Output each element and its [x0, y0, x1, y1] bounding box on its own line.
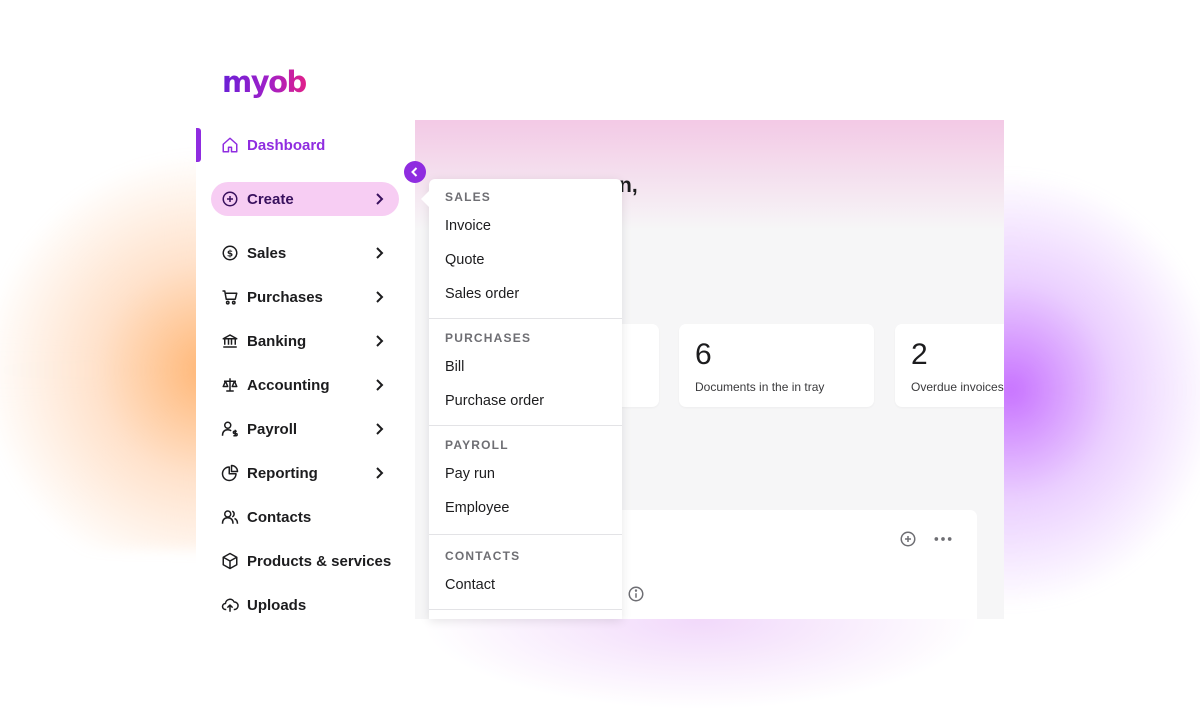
menu-item-contact[interactable]: Contact — [445, 577, 495, 593]
sidebar-item-banking[interactable]: Banking — [211, 324, 399, 358]
sidebar-nav: Dashboard Create $ Sales Purchases Banki… — [196, 125, 415, 619]
sidebar-item-label: Sales — [247, 244, 287, 262]
sidebar-item-label: Payroll — [247, 420, 298, 438]
summary-card-in-tray[interactable]: 6 Documents in the in tray — [679, 324, 874, 407]
card-label: Overdue invoices — [911, 380, 1004, 394]
chevron-right-icon — [376, 467, 384, 479]
sidebar-item-uploads[interactable]: Uploads — [211, 588, 399, 619]
sidebar-item-create[interactable]: Create — [211, 182, 399, 216]
chevron-right-icon — [376, 291, 384, 303]
sidebar-item-contacts[interactable]: Contacts — [211, 500, 399, 534]
menu-item-bill[interactable]: Bill — [445, 359, 464, 375]
menu-section-heading: PAYROLL — [445, 438, 509, 452]
sidebar-item-label: Dashboard — [247, 136, 326, 154]
card-label: Documents in the in tray — [695, 380, 825, 394]
menu-item-sales-order[interactable]: Sales order — [445, 286, 519, 302]
dollar-circle-icon: $ — [221, 244, 239, 262]
menu-item-purchase-order[interactable]: Purchase order — [445, 393, 544, 409]
chevron-right-icon — [376, 379, 384, 391]
menu-divider — [429, 534, 622, 535]
cart-icon — [221, 288, 239, 306]
people-icon — [221, 508, 239, 526]
sidebar-item-label: Banking — [247, 332, 307, 350]
menu-item-quote[interactable]: Quote — [445, 252, 485, 268]
menu-item-invoice[interactable]: Invoice — [445, 218, 491, 234]
sidebar-item-products-services[interactable]: Products & services — [211, 544, 399, 578]
menu-divider — [429, 609, 622, 610]
chevron-left-icon — [411, 167, 418, 177]
chevron-right-icon — [376, 423, 384, 435]
chevron-right-icon — [376, 335, 384, 347]
summary-card-overdue[interactable]: 2 Overdue invoices — [895, 324, 1004, 407]
sidebar-item-label: Accounting — [247, 376, 330, 394]
sidebar-item-label: Reporting — [247, 464, 318, 482]
more-options-icon[interactable] — [933, 530, 953, 548]
sidebar-item-label: Purchases — [247, 288, 323, 306]
plus-circle-icon — [221, 190, 239, 208]
menu-section-heading: SALES — [445, 190, 492, 204]
menu-divider — [429, 318, 622, 319]
sidebar-item-sales[interactable]: $ Sales — [211, 236, 399, 270]
sidebar-item-reporting[interactable]: Reporting — [211, 456, 399, 490]
sidebar-item-accounting[interactable]: Accounting — [211, 368, 399, 402]
collapse-sidebar-button[interactable] — [404, 161, 426, 183]
sidebar-item-label: Products & services — [247, 552, 392, 570]
dashboard-widget — [615, 510, 977, 619]
menu-section-heading: PURCHASES — [445, 331, 532, 345]
info-icon[interactable] — [627, 585, 645, 603]
menu-section-heading: CONTACTS — [445, 549, 521, 563]
sidebar-item-label: Create — [247, 190, 294, 208]
menu-item-employee[interactable]: Employee — [445, 500, 509, 516]
sidebar-item-payroll[interactable]: Payroll — [211, 412, 399, 446]
menu-divider — [429, 425, 622, 426]
scales-icon — [221, 376, 239, 394]
sidebar-item-label: Uploads — [247, 596, 307, 614]
create-menu: SALES Invoice Quote Sales order PURCHASE… — [429, 179, 622, 619]
menu-item-pay-run[interactable]: Pay run — [445, 466, 495, 482]
box-icon — [221, 552, 239, 570]
dropdown-pointer — [421, 191, 429, 207]
upload-cloud-icon — [221, 596, 239, 614]
bank-icon — [221, 332, 239, 350]
sidebar-item-dashboard[interactable]: Dashboard — [211, 128, 399, 162]
chevron-right-icon — [376, 193, 384, 205]
chevron-right-icon — [376, 247, 384, 259]
myob-logo[interactable]: myob — [222, 65, 307, 99]
sidebar-item-purchases[interactable]: Purchases — [211, 280, 399, 314]
pie-chart-icon — [221, 464, 239, 482]
person-dollar-icon — [221, 420, 239, 438]
card-number: 6 — [695, 338, 712, 371]
svg-text:$: $ — [227, 249, 233, 259]
add-circle-icon[interactable] — [899, 530, 917, 548]
card-number: 2 — [911, 338, 928, 371]
home-icon — [221, 136, 239, 154]
sidebar-item-label: Contacts — [247, 508, 312, 526]
active-indicator — [196, 128, 201, 162]
